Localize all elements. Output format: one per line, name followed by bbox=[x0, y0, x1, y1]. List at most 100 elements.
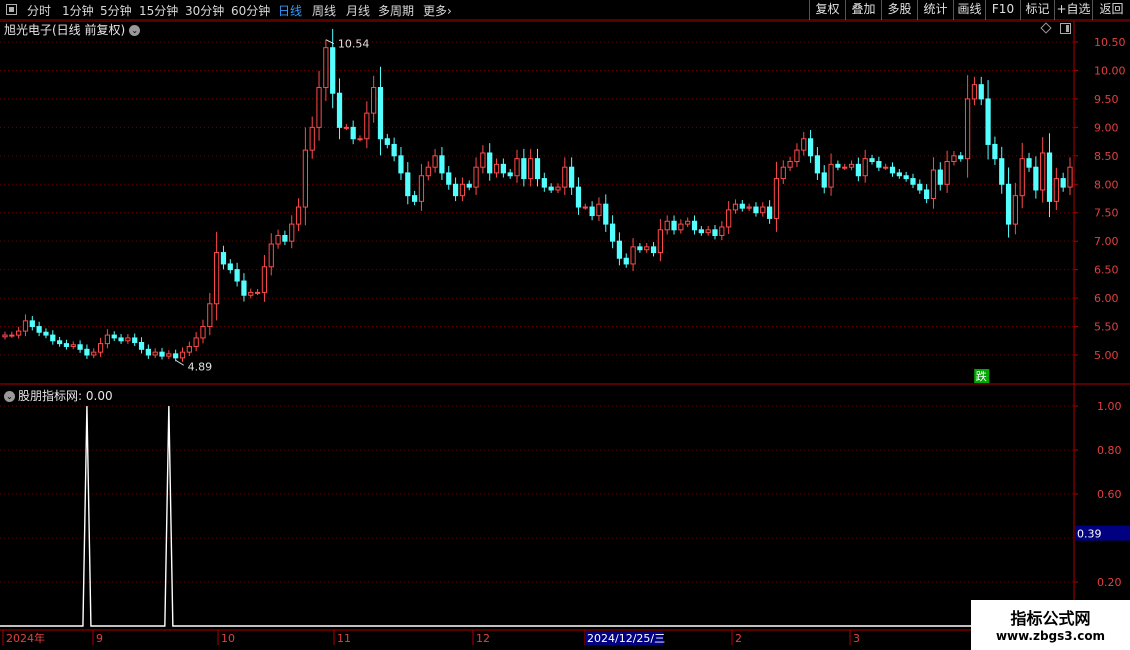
candle-body bbox=[493, 163, 500, 174]
high-price-label: 10.54 bbox=[338, 38, 370, 51]
candle-body bbox=[1005, 183, 1012, 225]
candle-body bbox=[234, 269, 240, 282]
candle-body bbox=[439, 155, 445, 174]
multi-stock-button[interactable]: 多股 bbox=[881, 0, 917, 20]
candle-body bbox=[473, 166, 479, 188]
candle-body bbox=[1012, 195, 1019, 225]
chevron-down-icon[interactable]: ⌄ bbox=[4, 391, 15, 402]
candle-body bbox=[50, 334, 56, 342]
candle-body bbox=[138, 341, 145, 350]
candle-body bbox=[84, 348, 90, 356]
x-axis-label: 2 bbox=[735, 632, 742, 645]
candle-body bbox=[596, 203, 602, 217]
tab-daily[interactable]: 日线 bbox=[278, 2, 302, 19]
candle-body bbox=[145, 348, 151, 356]
candle-body bbox=[16, 330, 22, 336]
candle-body bbox=[159, 351, 165, 357]
indicator-tick-label: 1.00 bbox=[1097, 400, 1122, 413]
price-tick-label: 9.50 bbox=[1094, 93, 1119, 106]
draw-line-button[interactable]: 画线 bbox=[953, 0, 985, 20]
candle-body bbox=[930, 169, 937, 200]
candle-body bbox=[685, 220, 691, 225]
fuquan-button[interactable]: 复权 bbox=[809, 0, 845, 20]
candle-body bbox=[876, 161, 882, 168]
tab-fenshi[interactable]: 分时 bbox=[27, 2, 51, 19]
candle-body bbox=[268, 243, 274, 268]
window-menu-icon[interactable] bbox=[6, 4, 17, 15]
candle-body bbox=[992, 143, 998, 160]
candle-body bbox=[1026, 158, 1032, 168]
chevron-down-icon[interactable]: ⌄ bbox=[129, 25, 141, 36]
candle-body bbox=[316, 87, 322, 128]
tab-more[interactable]: 更多› bbox=[423, 2, 452, 19]
candle-body bbox=[855, 163, 861, 177]
candle-body bbox=[77, 344, 83, 350]
grid-layer bbox=[0, 41, 1073, 583]
candle-body bbox=[528, 158, 534, 180]
candle-body bbox=[275, 234, 281, 245]
candle-body bbox=[1060, 178, 1066, 188]
candle-body bbox=[794, 149, 800, 163]
f10-button[interactable]: F10 bbox=[985, 0, 1020, 20]
candle-body bbox=[575, 186, 582, 208]
candle-body bbox=[664, 220, 670, 231]
candle-body bbox=[712, 229, 718, 236]
candle-body bbox=[637, 246, 643, 251]
candle-body bbox=[446, 172, 452, 185]
candle-body bbox=[999, 158, 1005, 185]
tab-multi-period[interactable]: 多周期 bbox=[378, 2, 414, 19]
candle-body bbox=[807, 138, 814, 157]
tab-more-label: 更多 bbox=[423, 4, 448, 18]
indicator-name: 股朋指标网 bbox=[18, 389, 79, 403]
tab-15min[interactable]: 15分钟 bbox=[139, 2, 178, 19]
mark-button[interactable]: 标记 bbox=[1020, 0, 1054, 20]
axis-layer: 10.50 10.00 9.50 9.00 8.50 8.00 7.50 7.00 6.50 6.… bbox=[0, 20, 1130, 650]
watermark: 指标公式网 www.zbgs3.com bbox=[971, 600, 1130, 650]
tab-1min[interactable]: 1分钟 bbox=[62, 2, 94, 19]
candle-body bbox=[364, 112, 370, 140]
candle-body bbox=[787, 161, 793, 168]
tab-monthly[interactable]: 月线 bbox=[346, 2, 370, 19]
x-axis-label: 10 bbox=[221, 632, 235, 645]
candle-body bbox=[985, 98, 991, 145]
candle-body bbox=[691, 220, 698, 231]
candle-body bbox=[978, 84, 984, 100]
candle-body bbox=[541, 178, 547, 188]
candle-body bbox=[261, 266, 268, 293]
candle-body bbox=[657, 229, 664, 254]
candle-body bbox=[220, 252, 227, 265]
candle-body bbox=[582, 206, 588, 209]
indicator-series bbox=[0, 405, 1073, 627]
candlestick-series bbox=[2, 28, 1073, 362]
candle-body bbox=[125, 337, 131, 342]
candle-body bbox=[207, 303, 213, 328]
price-tick-label: 6.50 bbox=[1094, 264, 1119, 277]
indicator-value: : 0.00 bbox=[78, 389, 113, 403]
candle-body bbox=[500, 163, 506, 174]
candle-body bbox=[869, 158, 875, 163]
candle-body bbox=[97, 343, 104, 353]
stock-name-label: 旭光电子(日线 前复权) bbox=[4, 23, 126, 37]
price-tick-label: 5.00 bbox=[1094, 349, 1119, 362]
overlay-button[interactable]: 叠加 bbox=[845, 0, 881, 20]
price-tick-label: 10.00 bbox=[1094, 64, 1126, 77]
tab-60min[interactable]: 60分钟 bbox=[231, 2, 270, 19]
candle-body bbox=[766, 206, 773, 219]
signal-badge-label: 跌 bbox=[976, 369, 987, 383]
back-button[interactable]: 返回 bbox=[1092, 0, 1130, 20]
tab-30min[interactable]: 30分钟 bbox=[185, 2, 224, 19]
candle-body bbox=[644, 246, 650, 251]
tab-5min[interactable]: 5分钟 bbox=[100, 2, 132, 19]
candle-body bbox=[302, 149, 309, 208]
candle-body bbox=[835, 163, 841, 168]
x-axis-label: 9 bbox=[96, 632, 103, 645]
candle-body bbox=[323, 47, 329, 89]
statistics-button[interactable]: 统计 bbox=[917, 0, 953, 20]
chart-canvas[interactable]: 10.50 10.00 9.50 9.00 8.50 8.00 7.50 7.00 6.50 6.… bbox=[0, 0, 1130, 650]
candle-body bbox=[384, 138, 390, 145]
tab-weekly[interactable]: 周线 bbox=[312, 2, 336, 19]
candle-body bbox=[350, 126, 356, 140]
panel-toggle-icon[interactable] bbox=[1060, 23, 1071, 34]
add-watchlist-button[interactable]: +自选 bbox=[1054, 0, 1092, 20]
candle-body bbox=[971, 84, 978, 100]
